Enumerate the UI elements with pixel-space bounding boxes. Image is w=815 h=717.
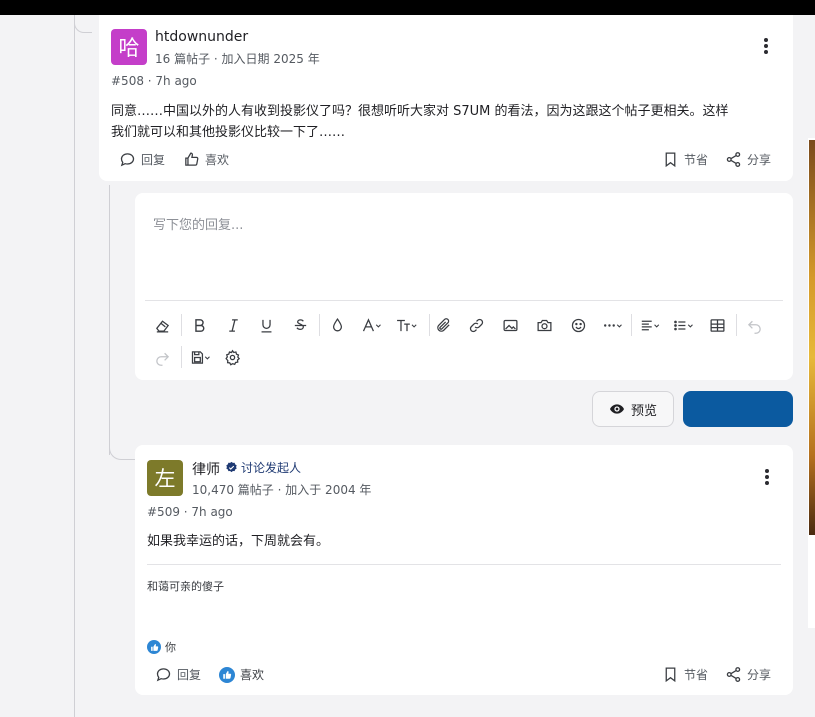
avatar[interactable]: 左 — [147, 460, 183, 496]
post-number[interactable]: #508 · 7h ago — [111, 74, 197, 88]
comment-icon — [120, 153, 135, 167]
italic-icon[interactable] — [222, 313, 244, 337]
user-signature: 和蔼可亲的傻子 — [147, 580, 224, 593]
preview-label: 预览 — [630, 403, 657, 419]
attachment-icon[interactable] — [432, 313, 454, 337]
share-label: 分享 — [747, 668, 772, 682]
post-body: 如果我幸运的话，下周就会有。 — [147, 534, 330, 549]
underline-icon[interactable] — [255, 313, 277, 337]
top-bar — [0, 0, 815, 15]
image-icon[interactable] — [499, 313, 521, 337]
post-509: 左 律师 讨论发起人 10,470 篇帖子 · 加入于 2004 年 #509 … — [135, 445, 793, 695]
liked-thumbs-up-icon — [219, 666, 235, 683]
bookmark-icon — [665, 667, 676, 683]
editor-placeholder[interactable]: 写下您的回复... — [153, 214, 243, 233]
reaction-user: 你 — [165, 641, 176, 654]
avatar-initial: 左 — [154, 467, 176, 491]
list-dropdown-icon[interactable] — [669, 313, 699, 337]
settings-gear-icon[interactable] — [221, 345, 243, 369]
bookmark-button[interactable]: 节省 — [662, 666, 708, 683]
bookmark-icon — [665, 152, 676, 168]
strikethrough-icon[interactable] — [289, 313, 311, 337]
reply-button[interactable]: 回复 — [155, 666, 201, 683]
post-body-line-1: 同意……中国以外的人有收到投影仪了吗？很想听听大家对 S7UM 的看法，因为这跟… — [111, 104, 729, 119]
submit-reply-button[interactable] — [683, 391, 793, 427]
thread-starter-label: 讨论发起人 — [241, 461, 302, 475]
share-label: 分享 — [747, 153, 772, 167]
verified-check-icon — [226, 461, 237, 473]
like-button[interactable]: 喜欢 — [183, 151, 229, 168]
bookmark-button[interactable]: 节省 — [662, 151, 708, 168]
user-meta: 16 篇帖子 · 加入日期 2025 年 — [155, 52, 320, 66]
clear-formatting-icon[interactable] — [151, 313, 173, 337]
reply-button[interactable]: 回复 — [119, 151, 165, 168]
camera-icon[interactable] — [533, 313, 555, 337]
reply-editor[interactable]: 写下您的回复... — [135, 193, 793, 380]
more-options-icon[interactable] — [762, 469, 772, 485]
emoji-icon[interactable] — [567, 313, 589, 337]
bookmark-label: 节省 — [684, 153, 709, 167]
share-icon — [726, 152, 741, 167]
drafts-dropdown-icon[interactable] — [186, 345, 216, 369]
username[interactable]: 律师 — [192, 459, 220, 479]
font-size-dropdown-icon[interactable] — [391, 313, 423, 337]
post-508: 哈 htdownunder 16 篇帖子 · 加入日期 2025 年 #508 … — [99, 15, 793, 181]
thread-line — [74, 15, 75, 717]
reply-label: 回复 — [141, 153, 166, 167]
username[interactable]: htdownunder — [155, 29, 248, 45]
link-icon[interactable] — [465, 313, 487, 337]
bold-icon[interactable] — [188, 313, 210, 337]
post-number[interactable]: #509 · 7h ago — [147, 505, 233, 519]
eye-icon — [609, 404, 624, 414]
more-options-icon[interactable] — [761, 38, 771, 54]
thread-connector — [74, 15, 92, 33]
share-button[interactable]: 分享 — [725, 666, 771, 683]
table-icon[interactable] — [706, 313, 728, 337]
thread-starter-badge: 讨论发起人 — [225, 459, 301, 476]
undo-icon[interactable] — [743, 313, 765, 337]
font-family-dropdown-icon[interactable] — [357, 313, 387, 337]
thumbs-up-icon — [185, 152, 199, 166]
avatar-initial: 哈 — [118, 36, 140, 60]
share-icon — [726, 667, 741, 682]
reply-thread-line — [109, 185, 110, 455]
reply-label: 回复 — [177, 668, 202, 682]
share-button[interactable]: 分享 — [725, 151, 771, 168]
align-dropdown-icon[interactable] — [636, 313, 666, 337]
like-label: 喜欢 — [240, 668, 265, 682]
post-body-line-2: 我们就可以和其他投影仪比较一下了…… — [111, 125, 346, 140]
sidebar-image — [809, 140, 815, 535]
reply-thread-connector — [109, 440, 135, 460]
like-reaction-icon — [147, 640, 161, 654]
like-button[interactable]: 喜欢 — [219, 666, 264, 683]
reactions-summary[interactable]: 你 — [147, 639, 176, 655]
editor-divider — [145, 300, 783, 301]
user-meta: 10,470 篇帖子 · 加入于 2004 年 — [192, 483, 372, 497]
more-tools-dropdown-icon[interactable] — [598, 313, 628, 337]
preview-button[interactable]: 预览 — [592, 391, 674, 427]
redo-icon[interactable] — [151, 345, 173, 369]
avatar[interactable]: 哈 — [111, 29, 147, 65]
bookmark-label: 节省 — [684, 668, 709, 682]
signature-divider — [147, 564, 781, 565]
text-color-icon[interactable] — [327, 313, 347, 337]
like-label: 喜欢 — [205, 153, 230, 167]
comment-icon — [156, 668, 171, 682]
